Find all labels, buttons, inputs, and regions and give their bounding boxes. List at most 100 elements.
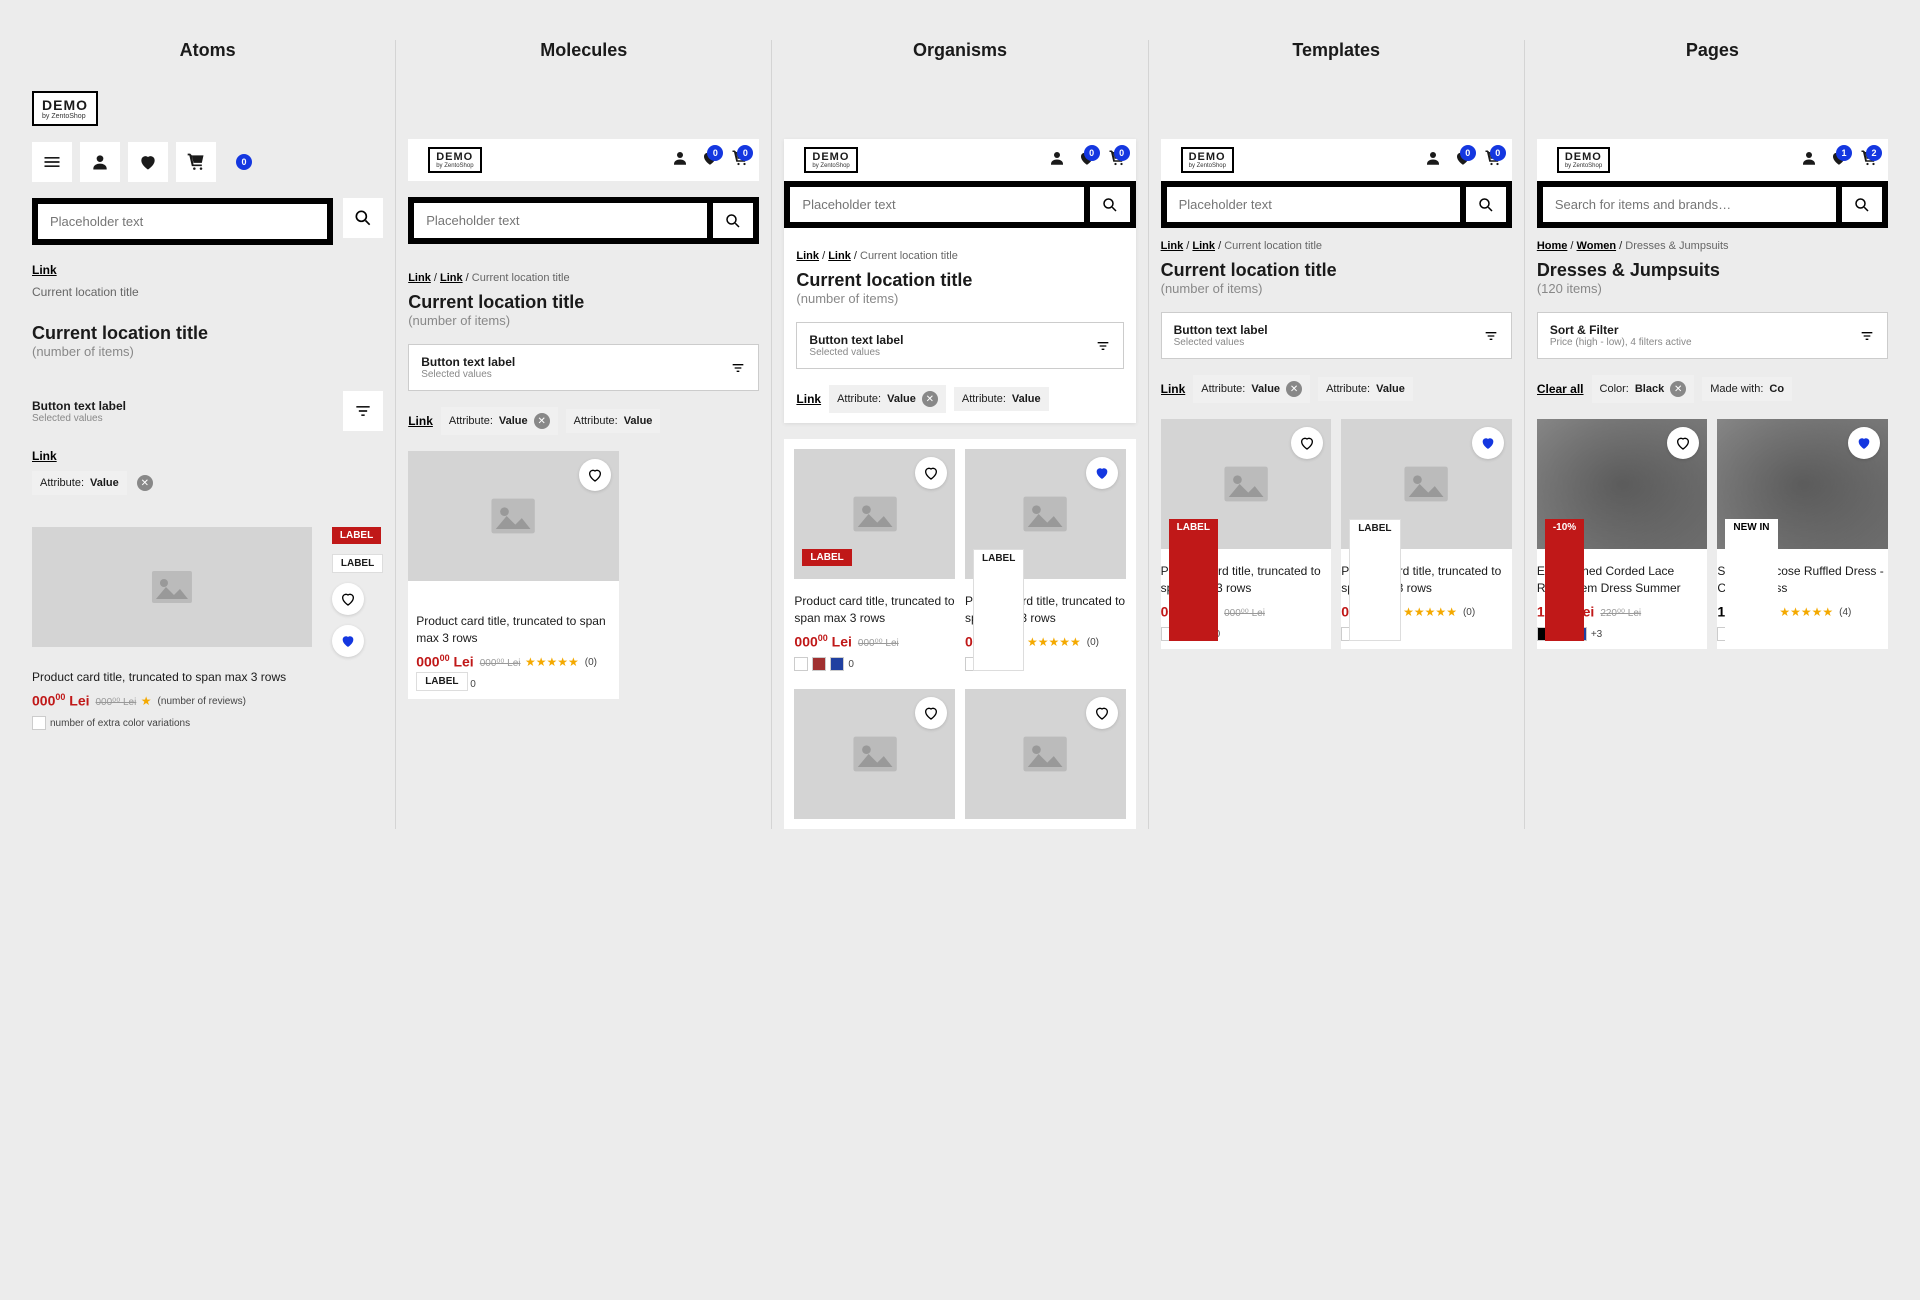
rating: ★★★★★ (4)	[1779, 605, 1851, 619]
filter-chip[interactable]: Attribute: Value	[566, 409, 661, 433]
wishlist-toggle[interactable]	[579, 459, 611, 491]
logo[interactable]: DEMOby ZentoShop	[1557, 147, 1610, 173]
product-card[interactable]: LABEL Product card title, truncated to s…	[1341, 419, 1512, 649]
search-button[interactable]	[1090, 187, 1130, 222]
filter-icon	[353, 401, 373, 421]
search-field-wrap	[32, 198, 333, 245]
item-count: (number of items)	[796, 291, 1123, 306]
column-title: Atoms	[32, 40, 383, 61]
product-card[interactable]: -10% Embellished Corded Lace Ruffle-Hem …	[1537, 419, 1708, 649]
clear-all-link[interactable]: Clear all	[1537, 382, 1584, 396]
heart-outline-icon	[340, 591, 356, 607]
wishlist-toggle[interactable]	[1086, 457, 1118, 489]
wishlist-button[interactable]: 0	[1454, 149, 1472, 172]
product-label: LABEL	[416, 672, 467, 691]
menu-button[interactable]	[32, 142, 72, 182]
account-button[interactable]	[1424, 149, 1442, 172]
chip-remove-button[interactable]: ✕	[137, 475, 153, 491]
link-atom[interactable]: Link	[32, 263, 57, 277]
cart-button[interactable]: 0	[1108, 149, 1126, 172]
filter-chip-material[interactable]: Made with: Co	[1702, 377, 1792, 401]
sort-filter-button[interactable]: Sort & FilterPrice (high - low), 4 filte…	[1537, 312, 1888, 359]
discount-label: -10%	[1545, 519, 1584, 641]
sort-sub: Selected values	[32, 413, 126, 424]
breadcrumb: Home / Women / Dresses & Jumpsuits	[1537, 240, 1888, 252]
breadcrumb-current: Dresses & Jumpsuits	[1625, 240, 1728, 252]
search-button[interactable]	[1842, 187, 1882, 222]
column-atoms: Atoms DEMO by ZentoShop 0 Link Current l…	[20, 40, 396, 829]
user-icon	[671, 149, 689, 167]
product-card[interactable]	[965, 689, 1126, 819]
page-header-organism: DEMOby ZentoShop 0 0 Link / Link / Curre…	[784, 139, 1135, 423]
search-button[interactable]	[1466, 187, 1506, 222]
search-input[interactable]	[1543, 187, 1836, 222]
wishlist-button[interactable]	[128, 142, 168, 182]
logo[interactable]: DEMOby ZentoShop	[1181, 147, 1234, 173]
wishlist-toggle[interactable]	[915, 457, 947, 489]
logo[interactable]: DEMOby ZentoShop	[428, 147, 481, 173]
product-card[interactable]: LABEL Product card title, truncated to s…	[1161, 419, 1332, 649]
sort-filter-button[interactable]: Button text labelSelected values	[408, 344, 759, 391]
account-button[interactable]	[1800, 149, 1818, 172]
extra-colors[interactable]: +3	[1591, 629, 1602, 640]
heart-button-outline[interactable]	[332, 583, 364, 615]
product-card[interactable]: NEW IN Stretch Viscose Ruffled Dress - C…	[1717, 419, 1888, 649]
breadcrumb-women[interactable]: Women	[1577, 240, 1617, 252]
close-icon[interactable]: ✕	[1670, 381, 1686, 397]
logo[interactable]: DEMOby ZentoShop	[804, 147, 857, 173]
sort-filter-button[interactable]: Button text labelSelected values	[1161, 312, 1512, 359]
breadcrumb-link[interactable]: Link	[440, 272, 463, 284]
filter-chip-color[interactable]: Color: Black ✕	[1592, 375, 1695, 403]
wishlist-button[interactable]: 0	[701, 149, 719, 172]
clear-all-link[interactable]: Link	[408, 414, 433, 428]
product-card[interactable]: LABEL LABEL Product card title, truncate…	[408, 451, 619, 699]
account-button[interactable]	[671, 149, 689, 172]
close-icon[interactable]: ✕	[534, 413, 550, 429]
search-input[interactable]	[38, 204, 327, 239]
account-button[interactable]	[80, 142, 120, 182]
cart-button[interactable]	[176, 142, 216, 182]
badge-demo: 0	[224, 142, 264, 182]
breadcrumb: Link / Link / Current location title	[408, 272, 759, 284]
rating: ★ (number of reviews)	[141, 694, 246, 708]
breadcrumb-current: Current location title	[472, 272, 570, 284]
image-icon	[116, 563, 228, 611]
wishlist-button[interactable]: 1	[1830, 149, 1848, 172]
breadcrumb: Link / Link / Current location title	[796, 250, 1123, 262]
account-button[interactable]	[1048, 149, 1066, 172]
breadcrumb-link[interactable]: Link	[408, 272, 431, 284]
newin-label: NEW IN	[1725, 519, 1777, 641]
filter-chip[interactable]: Attribute: Value ✕	[441, 407, 558, 435]
heart-button-filled[interactable]	[332, 625, 364, 657]
filter-chip[interactable]: Attribute: Value	[32, 471, 127, 495]
price: 00000 Lei 000⁰⁰ Lei	[416, 653, 520, 670]
cart-button[interactable]: 0	[731, 149, 749, 172]
product-grid: LABEL Product card title, truncated to s…	[784, 439, 1135, 829]
sort-filter-button[interactable]: Button text labelSelected values	[796, 322, 1123, 369]
filter-button[interactable]	[343, 391, 383, 431]
search-input[interactable]	[1167, 187, 1460, 222]
wishlist-button[interactable]: 0	[1078, 149, 1096, 172]
search-input[interactable]	[414, 203, 707, 238]
product-title: Product card title, truncated to span ma…	[32, 669, 312, 686]
clear-link[interactable]: Link	[32, 449, 57, 463]
item-count: (number of items)	[32, 344, 383, 359]
filter-icon	[730, 360, 746, 376]
product-card[interactable]: LABEL Product card title, truncated to s…	[794, 449, 955, 679]
item-count: (number of items)	[408, 313, 759, 328]
logo: DEMO by ZentoShop	[32, 91, 98, 126]
image-placeholder	[32, 527, 312, 647]
breadcrumb-home[interactable]: Home	[1537, 240, 1568, 252]
column-pages: Pages DEMOby ZentoShop 1 2 Home / Women …	[1525, 40, 1900, 829]
search-button[interactable]	[713, 203, 753, 238]
cart-button[interactable]: 0	[1484, 149, 1502, 172]
wishlist-toggle[interactable]	[1848, 427, 1880, 459]
product-card[interactable]: LABEL Product card title, truncated to s…	[965, 449, 1126, 679]
product-card[interactable]	[794, 689, 955, 819]
filter-chips: Link Attribute: Value ✕ Attribute: Value	[408, 407, 759, 435]
search-input[interactable]	[790, 187, 1083, 222]
product-title: Product card title, truncated to span ma…	[416, 613, 611, 647]
cart-button[interactable]: 2	[1860, 149, 1878, 172]
search-button[interactable]	[343, 198, 383, 238]
column-title: Pages	[1537, 40, 1888, 61]
